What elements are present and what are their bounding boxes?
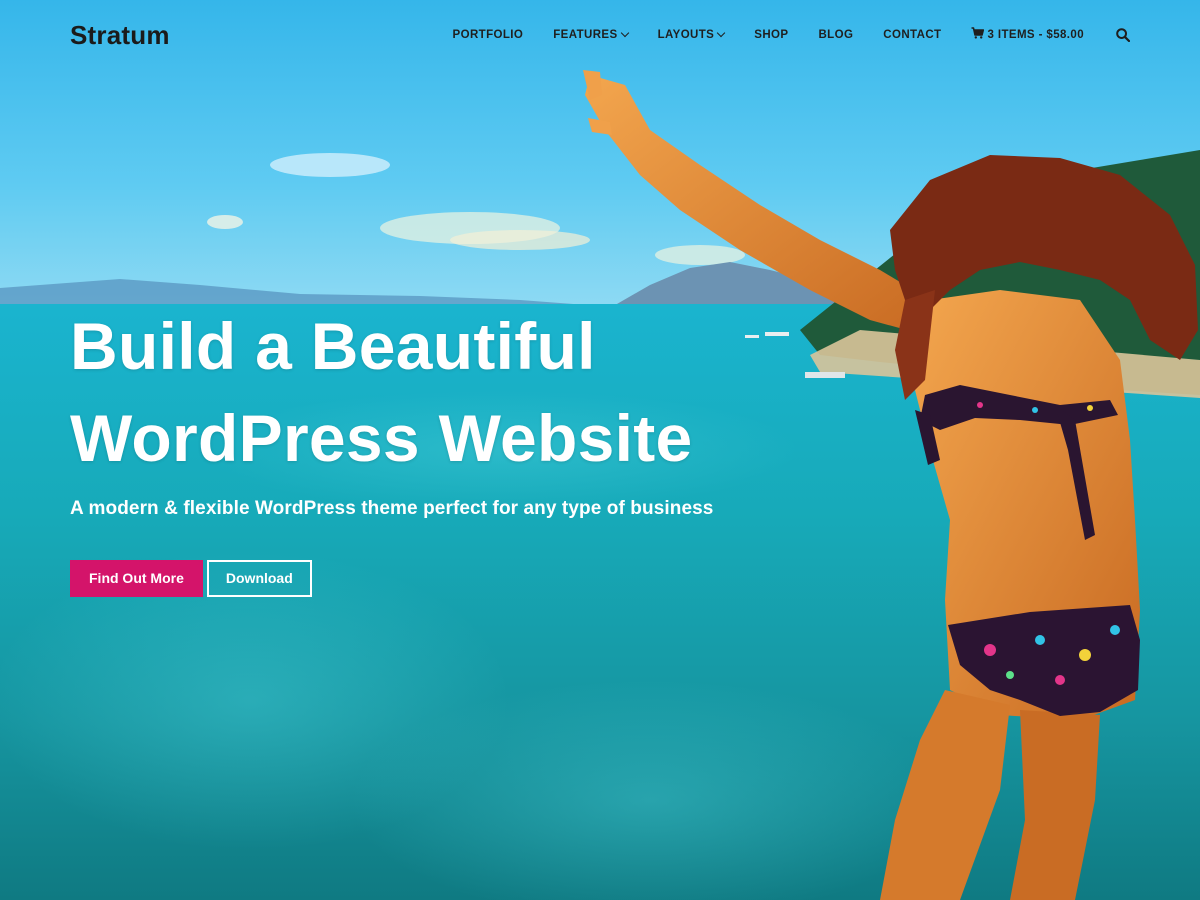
nav-item-label: LAYOUTS <box>657 28 715 41</box>
site-logo[interactable]: Stratum <box>70 20 170 51</box>
nav-item-shop[interactable]: SHOP <box>754 29 788 41</box>
nav-item-label: BLOG <box>818 28 854 41</box>
cart-icon <box>971 27 985 42</box>
nav-item-contact[interactable]: CONTACT <box>883 29 941 41</box>
nav-item-blog[interactable]: BLOG <box>818 29 853 41</box>
hero-section: Build a Beautiful WordPress Website A mo… <box>70 300 790 597</box>
nav-item-portfolio[interactable]: PORTFOLIO <box>453 29 524 41</box>
nav-cart-link[interactable]: 3 ITEMS - $58.00 <box>971 27 1084 42</box>
hero-title-line: Build a Beautiful <box>70 309 596 383</box>
chevron-down-icon <box>620 28 629 37</box>
nav-item-label: FEATURES <box>553 28 618 41</box>
search-icon <box>1116 27 1130 42</box>
chevron-down-icon <box>717 28 726 37</box>
cart-summary: 3 ITEMS - $58.00 <box>987 28 1084 41</box>
find-out-more-button[interactable]: Find Out More <box>70 560 203 597</box>
site-header: Stratum PORTFOLIO FEATURES LAYOUTS SHOP … <box>0 0 1200 72</box>
nav-item-features[interactable]: FEATURES <box>553 28 629 41</box>
nav-item-layouts[interactable]: LAYOUTS <box>657 28 726 41</box>
hero-title-line: WordPress Website <box>70 401 693 475</box>
main-navigation: PORTFOLIO FEATURES LAYOUTS SHOP BLOG CON… <box>453 27 1130 42</box>
download-button[interactable]: Download <box>206 560 312 597</box>
nav-item-label: SHOP <box>754 28 789 41</box>
nav-item-label: CONTACT <box>883 28 942 41</box>
search-button[interactable] <box>1116 27 1130 42</box>
hero-title: Build a Beautiful WordPress Website <box>70 300 790 484</box>
nav-item-label: PORTFOLIO <box>452 28 524 41</box>
hero-subtitle: A modern & flexible WordPress theme perf… <box>70 498 714 519</box>
hero-button-group: Find Out More Download <box>70 560 790 597</box>
